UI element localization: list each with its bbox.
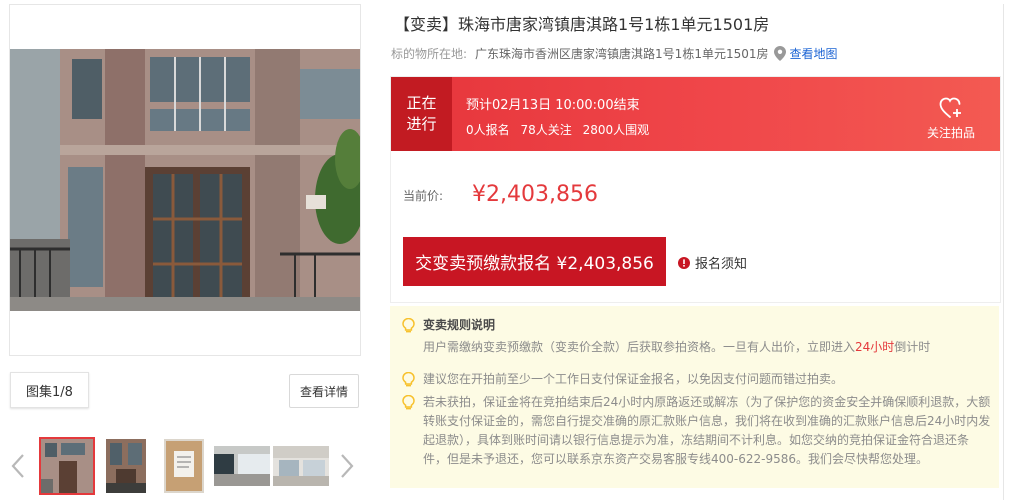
thumbnail-3[interactable] xyxy=(164,439,204,493)
auction-panel: 正在进行 预计02月13日 10:00:00结束 0人报名 78人关注 2800… xyxy=(390,76,1001,303)
status-tag: 正在进行 xyxy=(391,77,452,151)
deposit-signup-button[interactable]: 交变卖预缴款报名 ¥2,403,856 xyxy=(403,237,666,286)
main-photo[interactable] xyxy=(10,49,360,311)
price-label: 当前价: xyxy=(403,189,444,203)
thumbnail-5[interactable] xyxy=(273,446,329,486)
lightbulb-icon xyxy=(402,395,415,410)
rule-1-text: 用户需缴纳变卖预缴款（变卖价全款）后获取参拍资格。一旦有人出价，立即进入 xyxy=(423,340,856,354)
address-value: 广东珠海市香洲区唐家湾镇唐淇路1号1栋1单元1501房 xyxy=(475,47,769,61)
listing-title: 【变卖】珠海市唐家湾镇唐淇路1号1栋1单元1501房 xyxy=(394,15,770,34)
follow-button[interactable]: 关注拍品 xyxy=(919,97,983,143)
status-bar: 正在进行 预计02月13日 10:00:00结束 0人报名 78人关注 2800… xyxy=(391,77,1000,151)
thumbnail-4[interactable] xyxy=(214,446,270,486)
gallery-counter: 图集1/8 xyxy=(10,372,89,408)
view-detail-button[interactable]: 查看详情 xyxy=(289,374,359,408)
rule-title-row: 变卖规则说明 xyxy=(402,316,992,335)
thumb-next-button[interactable] xyxy=(337,449,357,483)
follow-label: 关注拍品 xyxy=(926,126,975,140)
info-circle-icon xyxy=(678,256,690,269)
location-pin-icon xyxy=(773,46,786,61)
thumbnail-1[interactable] xyxy=(39,437,95,495)
thumbnail-2[interactable] xyxy=(106,439,146,493)
status-text: 正在进行 xyxy=(406,94,437,133)
chevron-left-icon xyxy=(11,454,24,478)
rules-panel: 变卖规则说明 用户需缴纳变卖预缴款（变卖价全款）后获取参拍资格。一旦有人出价，立… xyxy=(390,306,999,488)
chevron-right-icon xyxy=(341,454,354,478)
lightbulb-icon xyxy=(402,318,415,333)
lightbulb-icon xyxy=(402,372,415,387)
main-photo-frame xyxy=(9,4,361,356)
auction-stats: 0人报名 78人关注 2800人围观 xyxy=(466,121,656,138)
signup-count: 0人报名 xyxy=(466,123,510,137)
view-map-link[interactable]: 查看地图 xyxy=(790,45,838,62)
rule-1: 用户需缴纳变卖预缴款（变卖价全款）后获取参拍资格。一旦有人出价，立即进入24小时… xyxy=(402,338,992,357)
current-price: ¥2,403,856 xyxy=(472,182,598,207)
rules-title: 变卖规则说明 xyxy=(423,318,496,332)
address-label: 标的物所在地: xyxy=(391,47,468,61)
watcher-count: 2800人围观 xyxy=(582,123,650,137)
follower-count: 78人关注 xyxy=(520,123,572,137)
heart-plus-icon xyxy=(939,97,961,118)
right-sidebar-edge xyxy=(1003,4,1013,500)
rule-1-suffix: 倒计时 xyxy=(894,340,931,354)
rule-3-text: 若未获拍，保证金将在竞拍结束后24小时内原路返还或解冻（为了保护您的资金安全并确… xyxy=(423,395,991,466)
rule-2-text: 建议您在开拍前至少一个工作日支付保证金报名，以免因支付问题而错过拍卖。 xyxy=(423,372,844,386)
address-row: 标的物所在地: 广东珠海市香洲区唐家湾镇唐淇路1号1栋1单元1501房 查看地图 xyxy=(391,45,838,62)
signup-notice-link[interactable]: 报名须知 xyxy=(678,253,747,272)
thumb-prev-button[interactable] xyxy=(8,449,28,483)
end-time: 预计02月13日 10:00:00结束 xyxy=(466,98,640,113)
signup-notice-label: 报名须知 xyxy=(695,257,748,272)
rule-2: 建议您在开拍前至少一个工作日支付保证金报名，以免因支付问题而错过拍卖。 xyxy=(402,370,992,389)
rule-1-highlight: 24小时 xyxy=(855,340,895,354)
rule-3: 若未获拍，保证金将在竞拍结束后24小时内原路返还或解冻（为了保护您的资金安全并确… xyxy=(402,393,992,469)
